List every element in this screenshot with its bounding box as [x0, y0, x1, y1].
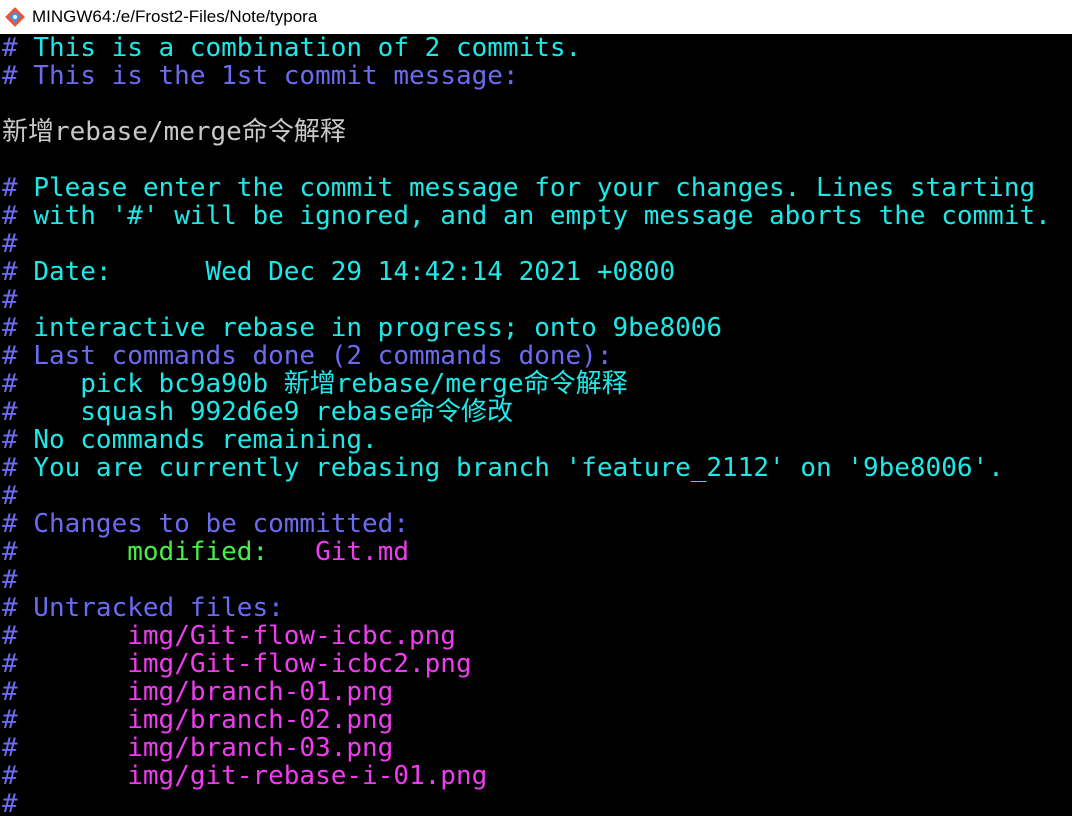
terminal-line: 新增rebase/merge命令解释: [2, 118, 346, 146]
terminal-text: #: [2, 761, 18, 791]
terminal-text: img/Git-flow-icbc2.png: [17, 649, 472, 679]
terminal-text: #: [2, 257, 34, 287]
terminal-line: # interactive rebase in progress; onto 9…: [2, 314, 722, 342]
terminal-line: #: [2, 790, 18, 816]
terminal-line: #: [2, 566, 18, 594]
terminal-text: # Last commands done (2 commands done):: [2, 341, 613, 371]
terminal-text: This is a combination of 2 commits.: [33, 34, 582, 63]
terminal-line: # Changes to be committed:: [2, 510, 409, 538]
terminal-text: img/git-rebase-i-01.png: [17, 761, 488, 791]
terminal-text: # Changes to be committed:: [2, 509, 409, 539]
terminal-text: #: [2, 565, 18, 595]
terminal-line: # img/branch-02.png: [2, 706, 393, 734]
terminal-text: interactive rebase in progress; onto 9be…: [33, 313, 723, 343]
terminal-text: #: [2, 313, 34, 343]
terminal-text: modified:: [17, 537, 316, 567]
terminal-text: #: [2, 705, 18, 735]
terminal-text: Git.md: [315, 537, 409, 567]
terminal-text: No commands remaining.: [33, 425, 378, 455]
terminal-text: 新增rebase/merge命令解释: [2, 117, 346, 147]
terminal-line: # img/Git-flow-icbc.png: [2, 622, 456, 650]
terminal-text: #: [2, 621, 18, 651]
terminal-text: img/Git-flow-icbc.png: [17, 621, 456, 651]
terminal-text: #: [2, 677, 18, 707]
terminal-text: #: [2, 789, 18, 816]
terminal-text: # Untracked files:: [2, 593, 284, 623]
window-title-bar[interactable]: MINGW64:/e/Frost2-Files/Note/typora: [0, 0, 1072, 34]
terminal-line: # img/Git-flow-icbc2.png: [2, 650, 472, 678]
terminal-line: # Untracked files:: [2, 594, 284, 622]
terminal-line: # This is a combination of 2 commits.: [2, 34, 581, 62]
terminal-line: # img/git-rebase-i-01.png: [2, 762, 487, 790]
terminal-text: img/branch-01.png: [17, 677, 394, 707]
terminal-line: #: [2, 230, 18, 258]
window-title: MINGW64:/e/Frost2-Files/Note/typora: [32, 7, 318, 26]
terminal-text: #: [2, 397, 18, 427]
terminal-line: # This is the 1st commit message:: [2, 62, 519, 90]
terminal-line: #: [2, 482, 18, 510]
terminal-line: # squash 992d6e9 rebase命令修改: [2, 398, 513, 426]
terminal-text: Please enter the commit message for your…: [33, 173, 1036, 203]
terminal-text: #: [2, 34, 34, 63]
terminal-line: #: [2, 286, 18, 314]
terminal-line: # modified: Git.md: [2, 538, 409, 566]
terminal-line: # Last commands done (2 commands done):: [2, 342, 612, 370]
git-bash-icon: [5, 7, 25, 27]
terminal-line: # No commands remaining.: [2, 426, 378, 454]
terminal-output[interactable]: # This is a combination of 2 commits. # T…: [0, 34, 1072, 816]
terminal-text: #: [2, 453, 34, 483]
terminal-text: You are currently rebasing branch 'featu…: [33, 453, 1004, 483]
terminal-text: Date: Wed Dec 29 14:42:14 2021 +0800: [33, 257, 676, 287]
terminal-text: #: [2, 173, 34, 203]
terminal-text: #: [2, 425, 34, 455]
terminal-text: #: [2, 733, 18, 763]
terminal-line: # img/branch-01.png: [2, 678, 393, 706]
terminal-line: # Date: Wed Dec 29 14:42:14 2021 +0800: [2, 258, 675, 286]
terminal-text: # This is the 1st commit message:: [2, 61, 519, 91]
terminal-text: #: [2, 229, 18, 259]
terminal-text: img/branch-03.png: [17, 733, 394, 763]
terminal-text: #: [2, 537, 18, 567]
terminal-text: with '#' will be ignored, and an empty m…: [33, 201, 1051, 231]
terminal-text: pick bc9a90b 新增rebase/merge命令解释: [17, 369, 628, 399]
terminal-line: # with '#' will be ignored, and an empty…: [2, 202, 1051, 230]
terminal-text: #: [2, 649, 18, 679]
terminal-line: # You are currently rebasing branch 'fea…: [2, 454, 1004, 482]
terminal-text: #: [2, 481, 18, 511]
terminal-text: #: [2, 369, 18, 399]
terminal-text: squash 992d6e9 rebase命令修改: [17, 397, 513, 427]
terminal-line: # img/branch-03.png: [2, 734, 393, 762]
terminal-line: # Please enter the commit message for yo…: [2, 174, 1035, 202]
terminal-text: img/branch-02.png: [17, 705, 394, 735]
terminal-text: #: [2, 285, 18, 315]
terminal-text: #: [2, 201, 34, 231]
terminal-line: # pick bc9a90b 新增rebase/merge命令解释: [2, 370, 628, 398]
